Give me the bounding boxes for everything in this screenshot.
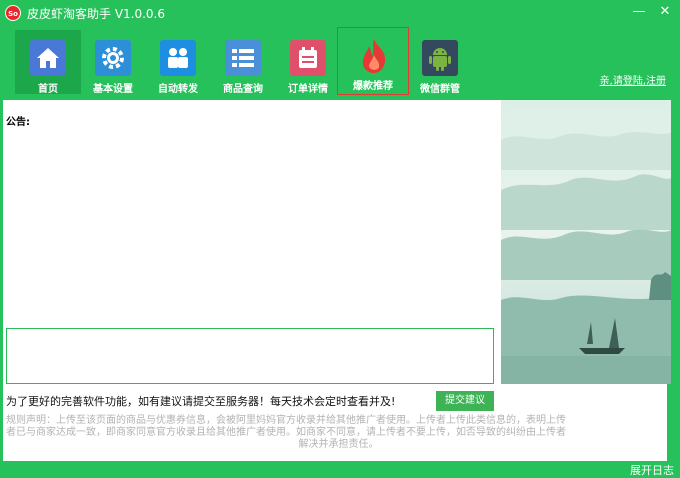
- nav-auto-forward-label: 自动转发: [158, 84, 198, 95]
- nav-wechat-group[interactable]: 微信群管: [407, 30, 473, 95]
- suggestion-textarea[interactable]: [6, 328, 494, 384]
- nav-basic-settings[interactable]: 基本设置: [80, 30, 146, 95]
- submit-suggestion-button[interactable]: 提交建议: [436, 391, 494, 411]
- window-title: 皮皮虾淘客助手 V1.0.0.6: [27, 7, 166, 21]
- nav-order-details[interactable]: 订单详情: [275, 30, 341, 95]
- nav-hot-recommend[interactable]: 爆款推荐: [337, 27, 409, 95]
- status-bar: 展开日志: [0, 461, 680, 478]
- list-icon: [225, 40, 261, 76]
- nav-home-label: 首页: [38, 84, 58, 95]
- app-logo: So: [5, 5, 21, 21]
- announcement-label: 公告:: [6, 117, 30, 128]
- flame-icon: [356, 38, 392, 74]
- nav-order-details-label: 订单详情: [288, 84, 328, 95]
- main-panel: 公告: 为了更好的完善软件功能，如有建议请提交至服务器！每天技术会定时查看并及!: [3, 100, 671, 461]
- nav-wechat-group-label: 微信群管: [420, 84, 460, 95]
- toolbar: 首页 基本设置 自动转发 商品查询 订单详情 爆款推荐 微信群管 亲,请登陆,注…: [0, 26, 680, 96]
- rules-line-1: 规则声明：上传至该页面的商品与优惠券信息，会被阿里妈妈官方收录并给其他推广者使用…: [6, 415, 566, 426]
- nav-product-search-label: 商品查询: [223, 84, 263, 95]
- minimize-button[interactable]: —: [628, 3, 650, 21]
- nav-home[interactable]: 首页: [15, 30, 81, 95]
- nav-auto-forward[interactable]: 自动转发: [145, 30, 211, 95]
- suggestion-prompt: 为了更好的完善软件功能，如有建议请提交至服务器！每天技术会定时查看并及!: [6, 395, 396, 408]
- gear-icon: [95, 40, 131, 76]
- android-icon: [422, 40, 458, 76]
- calendar-icon: [290, 40, 326, 76]
- login-register-link[interactable]: 亲,请登陆,注册: [600, 72, 666, 87]
- nav-product-search[interactable]: 商品查询: [210, 30, 276, 95]
- rules-line-2: 者已与商家达成一致，即商家同意官方收录且给其他推广者使用。如商家不同意，请上传者…: [6, 427, 566, 438]
- users-icon: [160, 40, 196, 76]
- rules-statement: 规则声明：上传至该页面的商品与优惠券信息，会被阿里妈妈官方收录并给其他推广者使用…: [6, 415, 671, 451]
- expand-log-button[interactable]: 展开日志: [630, 462, 674, 478]
- home-icon: [30, 40, 66, 76]
- landscape-image: [501, 100, 671, 384]
- close-button[interactable]: ✕: [654, 3, 676, 21]
- rules-line-3: 解决并承担责任。: [298, 439, 379, 450]
- title-bar: So 皮皮虾淘客助手 V1.0.0.6 — ✕: [0, 0, 680, 26]
- nav-hot-recommend-label: 爆款推荐: [353, 81, 393, 92]
- nav-basic-settings-label: 基本设置: [93, 84, 133, 95]
